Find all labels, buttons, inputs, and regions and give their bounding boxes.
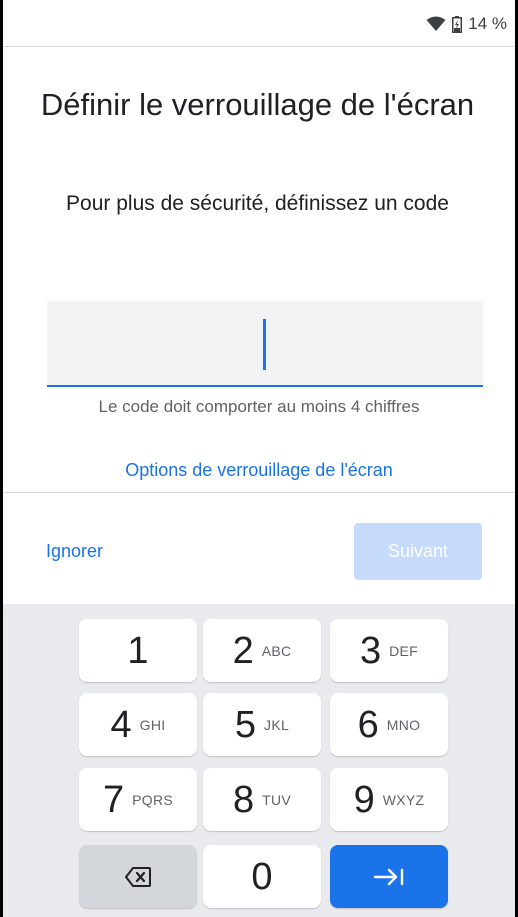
screen-lock-options-link[interactable]: Options de verrouillage de l'écran	[0, 460, 518, 481]
key-4[interactable]: 4 GHI	[79, 693, 197, 756]
page-subtitle: Pour plus de sécurité, définissez un cod…	[66, 192, 449, 215]
key-digit: 3	[359, 629, 382, 672]
key-letters: TUV	[262, 791, 292, 808]
key-letters: MNO	[386, 716, 421, 733]
key-digit: 7	[102, 778, 125, 821]
key-digit: 6	[357, 703, 379, 746]
page-title: Définir le verrouillage de l'écran	[40, 87, 475, 122]
status-indicators: 14 %	[426, 14, 507, 34]
next-button[interactable]: Suivant	[354, 523, 482, 580]
status-bar: 14 %	[3, 0, 515, 47]
divider	[3, 492, 515, 493]
key-9[interactable]: 9 WXYZ	[330, 768, 448, 831]
key-letters: GHI	[139, 716, 166, 733]
tab-enter-icon	[372, 867, 406, 887]
key-digit: 2	[232, 629, 254, 672]
key-digit: 1	[127, 629, 149, 672]
key-digit: 0	[251, 855, 273, 898]
key-3[interactable]: 3 DEF	[330, 619, 448, 682]
key-digit: 4	[110, 703, 132, 746]
key-7[interactable]: 7 PQRS	[79, 768, 197, 831]
key-letters: PQRS	[132, 791, 174, 808]
key-8[interactable]: 8 TUV	[203, 768, 321, 831]
pin-input[interactable]	[47, 301, 483, 387]
key-letters: WXYZ	[382, 791, 425, 808]
key-digit: 9	[353, 778, 375, 821]
key-digit: 5	[234, 703, 257, 746]
battery-percentage: 14 %	[468, 14, 507, 33]
key-digit: 8	[232, 778, 255, 821]
key-5[interactable]: 5 JKL	[203, 693, 321, 756]
key-letters: JKL	[264, 716, 290, 733]
backspace-key[interactable]	[79, 845, 197, 908]
key-1[interactable]: 1	[79, 619, 197, 682]
key-6[interactable]: 6 MNO	[330, 693, 448, 756]
key-2[interactable]: 2 ABC	[203, 619, 321, 682]
key-letters: ABC	[261, 642, 292, 659]
pin-helper-text: Le code doit comporter au moins 4 chiffr…	[98, 397, 420, 416]
text-cursor	[263, 319, 266, 370]
enter-key[interactable]	[330, 845, 448, 908]
skip-button[interactable]: Ignorer	[46, 541, 103, 562]
wifi-icon	[426, 16, 446, 32]
battery-charging-icon	[452, 15, 463, 33]
backspace-icon	[124, 866, 152, 888]
key-letters: DEF	[389, 642, 419, 659]
numeric-keyboard: 1 2 ABC 3 DEF 4 GHI 5 JKL 6 MNO 7 PQRS 8…	[3, 604, 515, 917]
key-0[interactable]: 0	[203, 845, 321, 908]
